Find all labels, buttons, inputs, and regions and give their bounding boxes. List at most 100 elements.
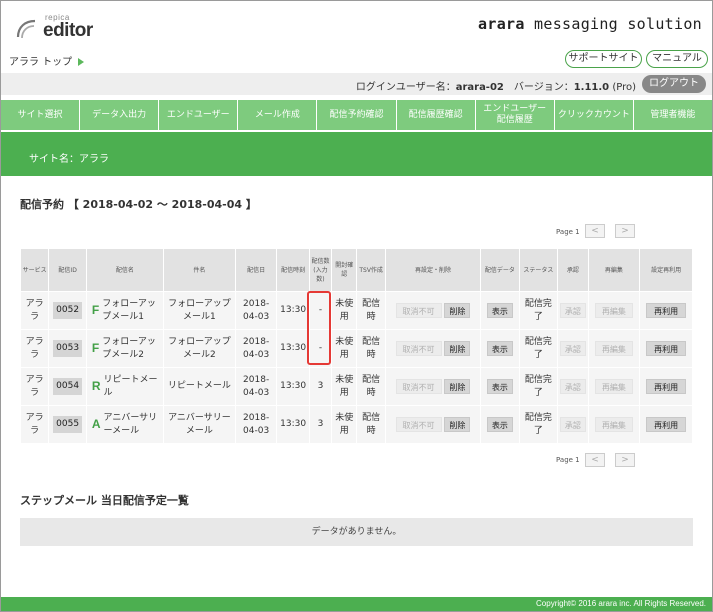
next-page-button-bottom[interactable]: > — [615, 453, 635, 467]
reedit-cell: 再編集 — [587, 329, 641, 368]
schedule-table: サービス 配信ID 配信名 件名 配信日 配信時刻 配信数(入力数) 開封確認 TSV作成 再設定… — [19, 248, 693, 444]
approve-cell: 承認 — [557, 367, 589, 406]
site-bar: サイト名：アララ — [1, 132, 712, 176]
next-page-button-top[interactable]: > — [615, 224, 635, 238]
open-check-cell: 未使用 — [331, 367, 358, 406]
nav-click-count[interactable]: クリックカウント — [555, 100, 634, 130]
reuse-button[interactable]: 再利用 — [646, 340, 687, 356]
step-mail-title: ステップメール 当日配信予定一覧 — [20, 494, 189, 507]
reuse-button[interactable]: 再利用 — [646, 302, 687, 318]
delivery-id: 0053 — [53, 340, 83, 357]
mail-type-icon: R — [91, 379, 101, 393]
reedit-cell: 再編集 — [587, 405, 641, 444]
delete-button[interactable]: 削除 — [444, 378, 471, 394]
delivery-name: フォローアップメール2 — [102, 336, 156, 360]
delete-button[interactable]: 削除 — [444, 340, 471, 356]
column-header: 設定再利用 — [639, 248, 693, 292]
show-data-button[interactable]: 表示 — [486, 340, 513, 356]
tsv-cell: 配信時 — [356, 329, 386, 368]
delivery-name: アニバーサリーメール — [103, 412, 158, 436]
nav-mail-create[interactable]: メール作成 — [238, 100, 318, 130]
column-header: 配信日 — [234, 248, 278, 292]
nav-data-io[interactable]: データ入出力 — [80, 100, 160, 130]
column-header: サービス — [19, 248, 50, 292]
breadcrumb-arrow-icon — [78, 58, 85, 66]
nav-admin[interactable]: 管理者機能 — [634, 100, 712, 130]
reuse-button[interactable]: 再利用 — [646, 378, 687, 394]
name-cell: F フォローアップメール1 — [85, 291, 164, 330]
reuse-button[interactable]: 再利用 — [646, 416, 687, 432]
logo-main-text: editor — [43, 20, 93, 41]
name-cell: F フォローアップメール2 — [85, 329, 164, 368]
name-cell: A アニバーサリーメール — [85, 405, 164, 444]
count-cell: 3 — [308, 405, 333, 444]
service-cell: アララ — [19, 291, 50, 330]
copyright: Copyright© 2016 arara inc. All Rights Re… — [536, 599, 706, 608]
id-cell: 0052 — [48, 291, 87, 330]
approve-button: 承認 — [559, 416, 586, 432]
show-data-button[interactable]: 表示 — [486, 302, 513, 318]
time-cell: 13:30 — [276, 367, 310, 406]
delivery-id: 0052 — [53, 302, 83, 319]
column-header: ステータス — [518, 248, 559, 292]
reuse-cell: 再利用 — [639, 405, 693, 444]
open-check-cell: 未使用 — [331, 329, 358, 368]
nav-history-check[interactable]: 配信履歴確認 — [397, 100, 476, 130]
show-data-button[interactable]: 表示 — [486, 378, 513, 394]
service-cell: アララ — [19, 329, 50, 368]
approve-cell: 承認 — [557, 329, 589, 368]
status-cell: 配信完了 — [518, 405, 559, 444]
prev-page-button-top[interactable]: < — [585, 224, 605, 238]
data-cell: 表示 — [480, 367, 520, 406]
data-cell: 表示 — [480, 329, 520, 368]
column-header: 配信時刻 — [276, 248, 310, 292]
cancel-disabled-button: 取消不可 — [395, 416, 442, 432]
logout-button[interactable]: ログアウト — [642, 75, 706, 93]
brand-tagline: messaging solution — [524, 15, 702, 33]
delete-button[interactable]: 削除 — [444, 416, 471, 432]
highlight-box — [307, 291, 331, 365]
column-header: 再設定・削除 — [384, 248, 482, 292]
delete-button[interactable]: 削除 — [444, 302, 471, 318]
pager-label-top: Page 1 — [556, 228, 580, 236]
id-cell: 0055 — [48, 405, 87, 444]
reuse-cell: 再利用 — [639, 329, 693, 368]
reedit-button: 再編集 — [594, 302, 633, 318]
column-header: 再編集 — [587, 248, 641, 292]
schedule-title: 配信予約 【 2018-04-02 ～ 2018-04-04 】 — [20, 198, 257, 211]
tsv-cell: 配信時 — [356, 367, 386, 406]
manual-button[interactable]: マニュアル — [646, 50, 708, 68]
column-header: 開封確認 — [331, 248, 358, 292]
table-header-row: サービス 配信ID 配信名 件名 配信日 配信時刻 配信数(入力数) 開封確認 TSV作成 再設定… — [19, 248, 693, 292]
reuse-cell: 再利用 — [639, 367, 693, 406]
service-cell: アララ — [19, 405, 50, 444]
nav-site-select[interactable]: サイト選択 — [1, 100, 81, 130]
reuse-cell: 再利用 — [639, 291, 693, 330]
date-cell: 2018-04-03 — [234, 291, 278, 330]
support-site-button[interactable]: サポートサイト — [565, 50, 642, 68]
count-cell: 3 — [308, 367, 333, 406]
user-name: arara-02 — [455, 82, 504, 93]
login-info: ログインユーザー名：arara-02 バージョン：1.11.0 (Pro) — [356, 78, 636, 93]
date-cell: 2018-04-03 — [234, 367, 278, 406]
column-header: 件名 — [162, 248, 236, 292]
nav-schedule-check[interactable]: 配信予約確認 — [317, 100, 397, 130]
cancel-disabled-button: 取消不可 — [395, 340, 442, 356]
prev-page-button-bottom[interactable]: < — [585, 453, 605, 467]
pager-label-bottom: Page 1 — [556, 456, 580, 464]
status-cell: 配信完了 — [518, 291, 559, 330]
reedit-button: 再編集 — [594, 416, 633, 432]
data-cell: 表示 — [480, 291, 520, 330]
nav-end-users[interactable]: エンドユーザー — [159, 100, 239, 130]
table-row: アララ 0055 A アニバーサリーメール アニバーサリーメール 2018-04-03 13… — [19, 405, 693, 444]
status-cell: 配信完了 — [518, 367, 559, 406]
approve-cell: 承認 — [557, 405, 589, 444]
brand-name: arara — [478, 15, 525, 33]
edition-label: (Pro) — [609, 82, 636, 93]
status-cell: 配信完了 — [518, 329, 559, 368]
time-cell: 13:30 — [276, 291, 310, 330]
subject-cell: フォローアップメール1 — [162, 291, 236, 330]
breadcrumb[interactable]: アララ トップ — [9, 53, 85, 68]
nav-enduser-history[interactable]: エンドユーザー 配信履歴 — [476, 100, 555, 130]
show-data-button[interactable]: 表示 — [486, 416, 513, 432]
